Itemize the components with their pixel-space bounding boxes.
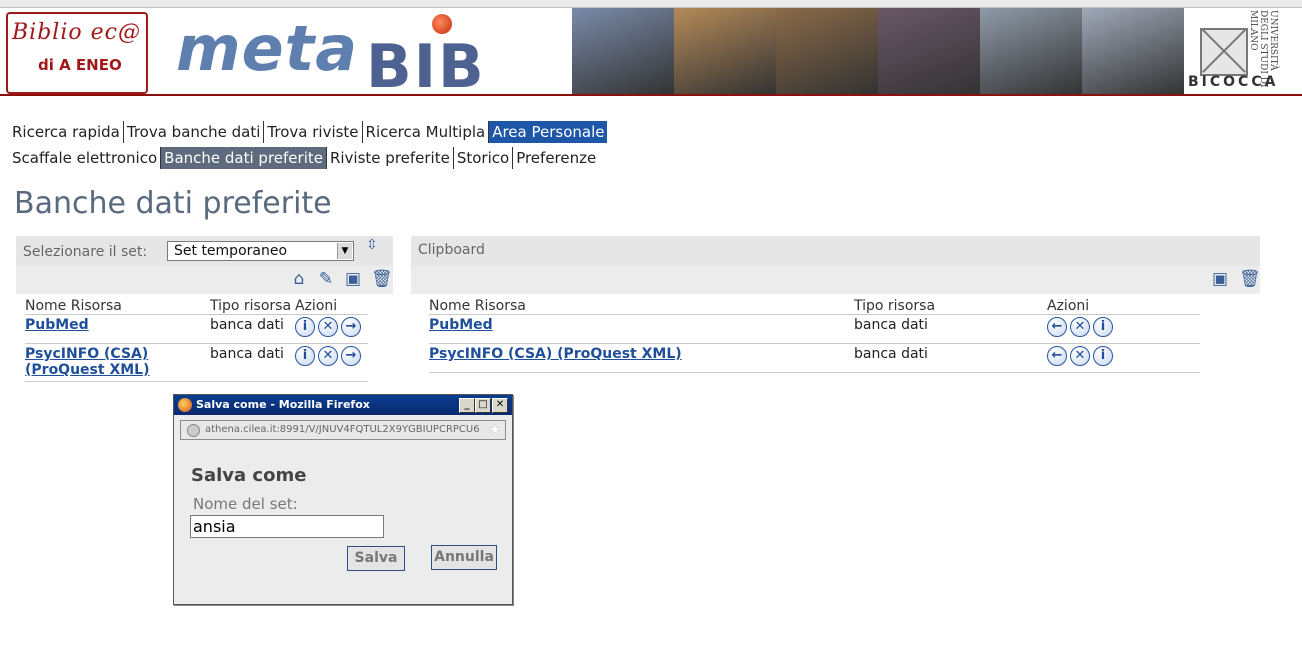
resource-link[interactable]: PubMed [429, 317, 493, 333]
banner-photo [878, 8, 980, 94]
col-azioni: Azioni [1047, 296, 1200, 315]
set-name-label: Nome del set: [193, 495, 298, 513]
resource-link[interactable]: PsycINFO (CSA) (ProQuest XML) [429, 346, 682, 362]
info-icon[interactable]: i [295, 346, 315, 366]
save-disk-icon[interactable]: ▣ [343, 269, 363, 289]
remove-icon[interactable]: ✕ [318, 346, 338, 366]
clipboard-table: Nome Risorsa Tipo risorsa Azioni PubMed … [429, 296, 1200, 373]
banner-photo [674, 8, 776, 94]
globe-icon [187, 424, 200, 437]
clipboard-toolbar: ▣ 🗑 [411, 266, 1261, 294]
metabib-logo-meta: meta [176, 12, 359, 85]
clipboard-header: Clipboard [411, 236, 1260, 266]
nav-ricerca-multipla[interactable]: Ricerca Multipla [363, 121, 490, 143]
table-row: PubMed banca dati i ✕ → [25, 314, 368, 344]
header-banner: Biblio ec@ di A ENEO meta BIB UNIVERSITÀ… [0, 8, 1302, 102]
resource-type: banca dati [210, 343, 295, 382]
banner-photo [572, 8, 674, 94]
nav-riviste-preferite[interactable]: Riviste preferite [327, 147, 454, 169]
nav-area-personale[interactable]: Area Personale [489, 121, 608, 143]
arrow-left-icon[interactable]: ← [1047, 346, 1067, 366]
col-azioni: Azioni [295, 296, 368, 315]
browser-top-strip [0, 0, 1302, 8]
url-bar[interactable]: athena.cilea.it:8991/V/JNUV4FQTUL2X9YGBI… [180, 420, 506, 440]
nav-ricerca-rapida[interactable]: Ricerca rapida [12, 121, 124, 143]
info-icon[interactable]: i [1093, 346, 1113, 366]
nav-trova-banche-dati[interactable]: Trova banche dati [124, 121, 265, 143]
table-header-row: Nome Risorsa Tipo risorsa Azioni [25, 296, 368, 315]
favorites-table: Nome Risorsa Tipo risorsa Azioni PubMed … [25, 296, 368, 382]
set-label: Selezionare il set: [23, 244, 148, 260]
remove-icon[interactable]: ✕ [318, 317, 338, 337]
metabib-logo-dot [432, 14, 452, 34]
secondary-nav: Scaffale elettronico Banche dati preferi… [12, 147, 599, 169]
minimize-icon[interactable]: _ [459, 398, 475, 413]
maximize-icon[interactable]: □ [475, 398, 491, 413]
arrow-left-icon[interactable]: ← [1047, 317, 1067, 337]
col-tipo-risorsa: Tipo risorsa [210, 296, 295, 315]
trash-icon[interactable]: 🗑 [1239, 269, 1261, 289]
arrow-right-icon[interactable]: → [341, 346, 361, 366]
logo-line2: di A ENEO [38, 56, 122, 74]
left-toolbar: ⌂ ✎ ▣ 🗑 [16, 266, 393, 294]
save-disk-icon[interactable]: ▣ [1210, 269, 1230, 289]
col-tipo-risorsa: Tipo risorsa [854, 296, 1047, 315]
nav-trova-riviste[interactable]: Trova riviste [264, 121, 363, 143]
banner-photo [776, 8, 878, 94]
set-select-value: Set temporaneo [174, 243, 288, 259]
nav-preferenze[interactable]: Preferenze [513, 147, 599, 169]
chevron-down-icon[interactable]: ▼ [337, 243, 352, 259]
save-button[interactable]: Salva [347, 546, 405, 571]
banner-photo [980, 8, 1082, 94]
trash-icon[interactable]: 🗑 [371, 269, 393, 289]
new-folder-icon[interactable]: ⌂ [289, 269, 309, 289]
banner-photo [1082, 8, 1184, 94]
remove-icon[interactable]: ✕ [1070, 317, 1090, 337]
dialog-window-title: Salva come - Mozilla Firefox [196, 398, 370, 411]
set-select[interactable]: Set temporaneo ▼ [167, 241, 354, 261]
nav-banche-dati-preferite[interactable]: Banche dati preferite [161, 147, 327, 169]
clipboard-title: Clipboard [418, 242, 485, 258]
resource-type: banca dati [854, 343, 1047, 373]
biblioteca-logo[interactable]: Biblio ec@ di A ENEO [6, 12, 148, 94]
close-icon[interactable]: ✕ [492, 398, 508, 413]
dialog-heading: Salva come [191, 465, 307, 486]
resource-type: banca dati [210, 314, 295, 344]
table-row: PubMed banca dati ← ✕ i [429, 314, 1200, 344]
page-title: Banche dati preferite [14, 186, 332, 221]
resource-link[interactable]: PsycINFO (CSA) (ProQuest XML) [25, 346, 150, 378]
resource-type: banca dati [854, 314, 1047, 344]
remove-icon[interactable]: ✕ [1070, 346, 1090, 366]
url-text: athena.cilea.it:8991/V/JNUV4FQTUL2X9YGBI… [205, 424, 480, 435]
cancel-button[interactable]: Annulla [431, 545, 497, 570]
university-logo: UNIVERSITÀ DEGLI STUDI DI MILANO BICOCCA [1186, 8, 1300, 94]
set-selector-bar: Selezionare il set: Set temporaneo ▼ ⇳ [16, 236, 393, 266]
resource-link[interactable]: PubMed [25, 317, 89, 333]
col-nome-risorsa: Nome Risorsa [429, 296, 854, 315]
set-name-input[interactable] [190, 515, 384, 538]
save-as-dialog: Salva come - Mozilla Firefox _ □ ✕ athen… [173, 394, 513, 605]
table-header-row: Nome Risorsa Tipo risorsa Azioni [429, 296, 1200, 315]
col-nome-risorsa: Nome Risorsa [25, 296, 210, 315]
metabib-logo-bib: BIB [366, 32, 486, 102]
dialog-titlebar[interactable]: Salva come - Mozilla Firefox _ □ ✕ [174, 395, 512, 415]
bookmark-star-icon[interactable]: ★ [488, 421, 501, 439]
banner-photo-strip [572, 8, 1184, 94]
nav-storico[interactable]: Storico [454, 147, 514, 169]
nav-scaffale-elettronico[interactable]: Scaffale elettronico [12, 147, 162, 169]
info-icon[interactable]: i [295, 317, 315, 337]
arrow-right-icon[interactable]: → [341, 317, 361, 337]
table-row: PsycINFO (CSA) (ProQuest XML) banca dati… [429, 343, 1200, 373]
table-row: PsycINFO (CSA) (ProQuest XML) banca dati… [25, 343, 368, 382]
tag-icon[interactable]: ✎ [316, 269, 336, 289]
university-emblem [1200, 28, 1248, 76]
university-name: BICOCCA [1188, 74, 1279, 90]
sort-toggle-icon[interactable]: ⇳ [366, 238, 378, 252]
primary-nav: Ricerca rapida Trova banche dati Trova r… [12, 121, 608, 143]
firefox-icon [178, 398, 192, 412]
logo-line1: Biblio ec@ [12, 20, 141, 45]
info-icon[interactable]: i [1093, 317, 1113, 337]
